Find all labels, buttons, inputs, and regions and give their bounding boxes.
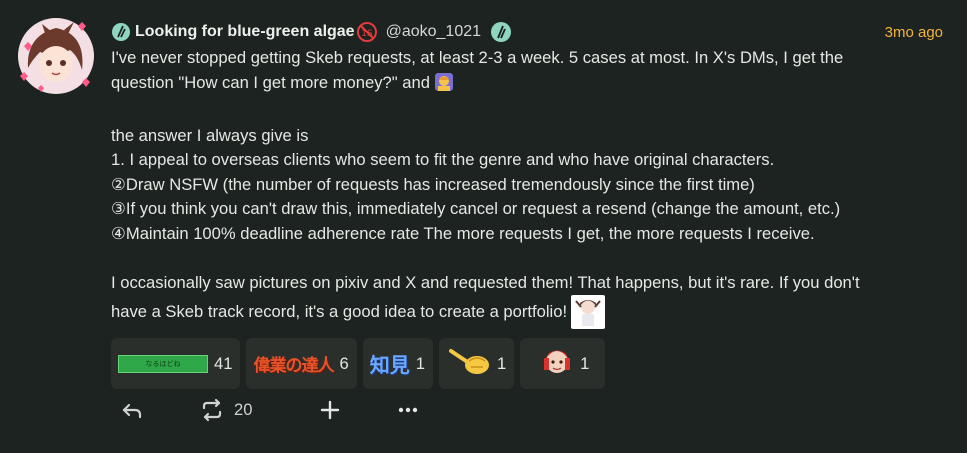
more-button[interactable] bbox=[396, 398, 420, 422]
body-line: ④Maintain 100% deadline adherence rate T… bbox=[111, 223, 815, 243]
reaction-pointing-hand[interactable]: 1 bbox=[438, 338, 515, 389]
character-emoji bbox=[540, 344, 574, 383]
note-body: I've never stopped getting Skeb requests… bbox=[111, 46, 951, 337]
reaction-count: 1 bbox=[415, 353, 425, 373]
reaction-character[interactable]: 1 bbox=[520, 338, 606, 389]
gyougyou-no-tatsujin-emoji: 偉業の達人 bbox=[253, 356, 334, 376]
body-line: I occasionally saw pictures on pixiv and… bbox=[111, 272, 860, 292]
body-line: the answer I always give is bbox=[111, 125, 309, 145]
note-actions: 20 bbox=[120, 398, 420, 422]
svg-text:1S: 1S bbox=[361, 29, 373, 39]
note-header: Looking for blue-green algae 1S @aoko_10… bbox=[111, 20, 943, 44]
renote-button[interactable]: 20 bbox=[200, 398, 252, 422]
instance-icon[interactable] bbox=[490, 21, 512, 43]
reply-icon bbox=[122, 403, 142, 419]
chiken-emoji: 知見 bbox=[369, 353, 410, 377]
display-name[interactable]: Looking for blue-green algae bbox=[135, 23, 355, 41]
plus-icon bbox=[321, 400, 340, 420]
react-button[interactable] bbox=[318, 398, 342, 422]
reaction-count: 6 bbox=[339, 353, 349, 373]
body-line: ③If you think you can't draw this, immed… bbox=[111, 199, 841, 218]
green-banner-emoji: なるほどね bbox=[118, 354, 208, 373]
reaction-count: 1 bbox=[496, 353, 507, 373]
renote-icon bbox=[202, 398, 222, 422]
body-line: have a Skeb track record, it's a good id… bbox=[111, 295, 951, 337]
timestamp[interactable]: 3mo ago bbox=[885, 24, 943, 41]
pointing-hand-emoji bbox=[448, 345, 491, 382]
character-sticker-emoji bbox=[571, 295, 606, 337]
raising-hand-emoji bbox=[434, 72, 454, 100]
reaction-count: 1 bbox=[580, 353, 590, 373]
reaction-chiken[interactable]: 知見 1 bbox=[362, 338, 433, 389]
body-line: I've never stopped getting Skeb requests… bbox=[111, 48, 844, 67]
reaction-green-banner[interactable]: なるほどね 41 bbox=[111, 338, 241, 389]
body-line: 1. I appeal to overseas clients who seem… bbox=[111, 150, 775, 169]
username[interactable]: @aoko_1021 bbox=[386, 23, 481, 41]
reaction-count: 41 bbox=[214, 353, 233, 373]
more-icon bbox=[399, 407, 418, 413]
instance-icon[interactable] bbox=[111, 22, 131, 42]
renote-count: 20 bbox=[234, 400, 253, 419]
avatar[interactable] bbox=[16, 16, 96, 96]
reactions-bar: なるほどね 41 偉業の達人 6 知見 1 1 1 bbox=[111, 338, 606, 389]
reaction-gyougyou[interactable]: 偉業の達人 6 bbox=[246, 338, 357, 389]
no-entry-icon: 1S bbox=[356, 21, 378, 43]
body-line: ②Draw NSFW (the number of requests has i… bbox=[111, 174, 755, 194]
reply-button[interactable] bbox=[120, 398, 144, 422]
body-line: question "How can I get more money?" and bbox=[111, 71, 951, 100]
